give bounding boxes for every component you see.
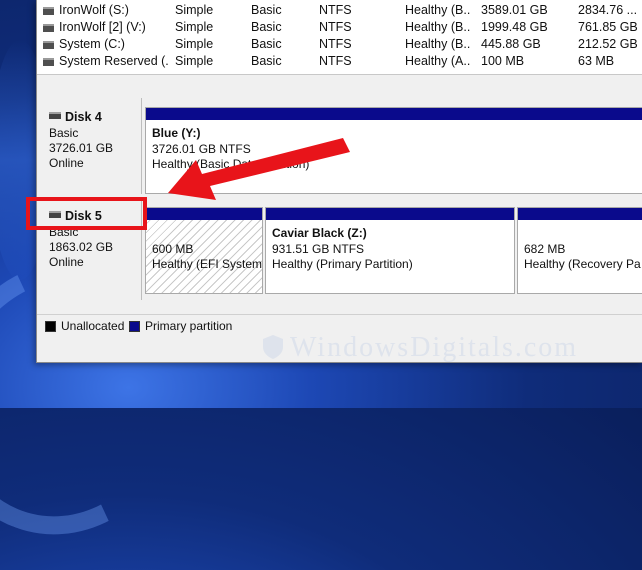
legend-primary-label: Primary partition	[145, 319, 233, 333]
legend-unallocated-swatch	[45, 321, 56, 332]
volume-filesystem: NTFS	[319, 3, 352, 17]
disk-5-status: Online	[49, 255, 84, 269]
volume-capacity: 1999.48 GB	[481, 20, 548, 34]
volume-name: System (C:)	[59, 37, 125, 51]
pane-splitter[interactable]	[37, 75, 642, 97]
volume-row[interactable]: IronWolf (S:) Simple Basic NTFS Healthy …	[37, 2, 642, 19]
volume-icon	[43, 7, 54, 15]
volume-filesystem: NTFS	[319, 54, 352, 68]
volume-layout: Simple	[175, 54, 214, 68]
partition-status: Healthy (EFI System	[152, 257, 263, 271]
disk-4-status: Online	[49, 156, 84, 170]
disk-5-size: 1863.02 GB	[49, 240, 114, 254]
volume-layout: Simple	[175, 20, 214, 34]
volume-free-space: 2834.76 ...	[578, 3, 638, 17]
partition-status: Healthy (Primary Partition)	[272, 257, 413, 271]
volume-status: Healthy (B...	[405, 20, 470, 34]
partition-bar	[146, 208, 262, 220]
partition-caviar-black-z[interactable]: Caviar Black (Z:) 931.51 GB NTFS Healthy…	[265, 207, 515, 294]
annotation-arrow-icon	[168, 138, 350, 200]
volume-icon	[43, 24, 54, 32]
disk-4-label[interactable]: Disk 4 Basic 3726.01 GB Online	[37, 98, 142, 194]
disk-icon	[49, 112, 61, 119]
volume-name: IronWolf [2] (V:)	[59, 20, 146, 34]
volume-type: Basic	[251, 54, 282, 68]
volume-row[interactable]: System (C:) Simple Basic NTFS Healthy (B…	[37, 36, 642, 53]
volume-icon	[43, 58, 54, 66]
disk-4-title: Disk 4	[49, 110, 102, 124]
volume-row[interactable]: IronWolf [2] (V:) Simple Basic NTFS Heal…	[37, 19, 642, 36]
volume-status: Healthy (B...	[405, 37, 470, 51]
legend-unallocated-label: Unallocated	[61, 319, 125, 333]
disk-4-type: Basic	[49, 126, 79, 140]
volume-type: Basic	[251, 37, 282, 51]
windowsdigitals-logo-icon	[263, 335, 283, 359]
volume-row[interactable]: System Reserved (... Simple Basic NTFS H…	[37, 53, 642, 70]
partition-size: 600 MB	[152, 241, 194, 256]
volume-capacity: 3589.01 GB	[481, 3, 548, 17]
watermark-text: WindowsDigitals.com	[290, 332, 579, 363]
volume-type: Basic	[251, 20, 282, 34]
volume-status: Healthy (B...	[405, 3, 470, 17]
partition-efi[interactable]: 600 MB Healthy (EFI System	[145, 207, 263, 294]
partition-bar	[266, 208, 514, 220]
partition-bar	[146, 108, 642, 120]
volume-capacity: 100 MB	[481, 54, 525, 68]
volume-type: Basic	[251, 3, 282, 17]
volume-free-space: 212.52 GB	[578, 37, 638, 51]
volume-layout: Simple	[175, 3, 214, 17]
volume-filesystem: NTFS	[319, 20, 352, 34]
partition-size: 931.51 GB NTFS	[272, 241, 365, 256]
volume-free-space: 761.85 GB	[578, 20, 638, 34]
volume-status: Healthy (A...	[405, 54, 470, 68]
volume-filesystem: NTFS	[319, 37, 352, 51]
partition-size: 682 MB	[524, 241, 566, 256]
volume-free-space: 63 MB	[578, 54, 615, 68]
volume-capacity: 445.88 GB	[481, 37, 541, 51]
partition-label: Caviar Black (Z:)	[272, 226, 367, 240]
volume-list: IronWolf (S:) Simple Basic NTFS Healthy …	[37, 0, 642, 75]
volume-name: System Reserved (...	[59, 54, 169, 68]
volume-layout: Simple	[175, 37, 214, 51]
annotation-highlight-box	[26, 197, 147, 230]
disk-4-size: 3726.01 GB	[49, 141, 114, 155]
legend-primary-swatch	[129, 321, 140, 332]
volume-name: IronWolf (S:)	[59, 3, 129, 17]
partition-recovery[interactable]: 682 MB Healthy (Recovery Pa	[517, 207, 642, 294]
volume-icon	[43, 41, 54, 49]
partition-status: Healthy (Recovery Pa	[524, 257, 641, 271]
partition-bar	[518, 208, 642, 220]
